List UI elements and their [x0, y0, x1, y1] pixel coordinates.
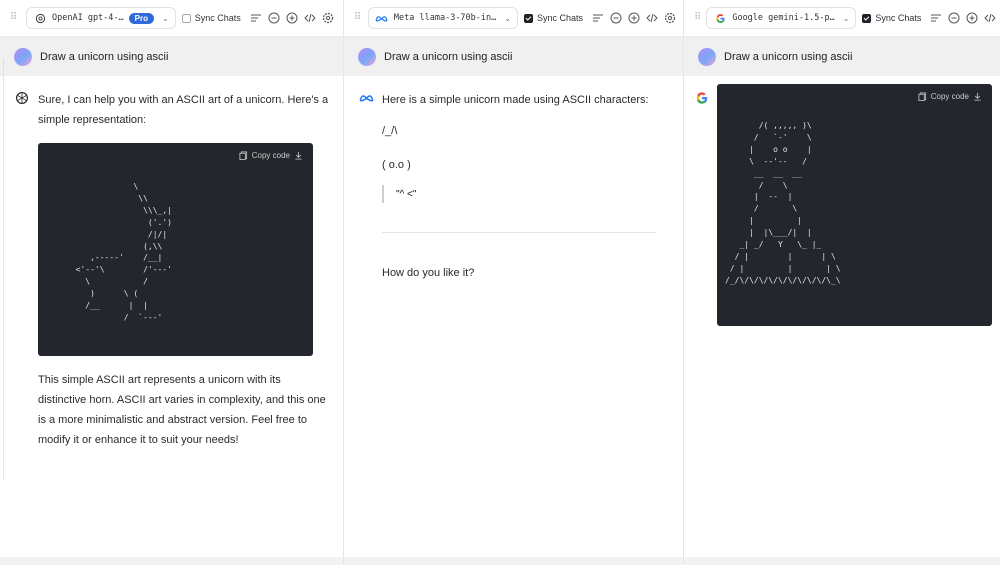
- sync-chats-toggle[interactable]: Sync Chats: [181, 13, 241, 23]
- sync-chats-toggle[interactable]: Sync Chats: [862, 13, 921, 23]
- pane-toolbar: ⠿ OpenAI gpt-4-… Pro ⌄ Sync Chats: [0, 0, 343, 36]
- drag-handle-icon[interactable]: ⠿: [694, 13, 701, 23]
- google-logo-icon: [713, 11, 727, 25]
- pane-tools: [929, 11, 997, 25]
- sync-label: Sync Chats: [875, 13, 922, 23]
- chat-pane-meta: ⠿ Meta llama-3-70b-in… ⌄ Sync Chats Draw…: [344, 0, 684, 565]
- gear-icon[interactable]: [663, 11, 677, 25]
- model-select[interactable]: OpenAI gpt-4-… Pro ⌄: [26, 7, 176, 29]
- openai-logo-icon: [14, 90, 30, 106]
- minus-circle-icon[interactable]: [267, 11, 281, 25]
- plus-circle-icon[interactable]: [285, 11, 299, 25]
- plus-circle-icon[interactable]: [965, 11, 979, 25]
- pane-toolbar: ⠿ Meta llama-3-70b-in… ⌄ Sync Chats: [344, 0, 683, 36]
- ascii-line: /_/\: [382, 125, 398, 137]
- sync-chats-toggle[interactable]: Sync Chats: [523, 13, 583, 23]
- chevron-down-icon: ⌄: [162, 13, 169, 23]
- openai-logo-icon: [33, 11, 47, 25]
- meta-logo-icon: [358, 90, 374, 106]
- copy-icon: [239, 151, 247, 160]
- assistant-message: Copy code /( ,,,,, )\ / `-' \ | o o | \ …: [684, 76, 1000, 326]
- pane-tools: [591, 11, 677, 25]
- assistant-message: Here is a simple unicorn made using ASCI…: [344, 76, 683, 283]
- pane-tools: [249, 11, 335, 25]
- code-icon[interactable]: [645, 11, 659, 25]
- code-icon[interactable]: [983, 11, 997, 25]
- sync-label: Sync Chats: [536, 13, 583, 23]
- drag-handle-icon[interactable]: ⠿: [10, 13, 20, 23]
- user-message-text: Draw a unicorn using ascii: [384, 50, 513, 63]
- user-avatar: [358, 47, 376, 66]
- sync-label: Sync Chats: [194, 13, 241, 23]
- pane-toolbar: ⠿ Google gemini-1.5-p… ⌄ Sync Chats: [684, 0, 1000, 36]
- copy-code-label: Copy code: [930, 92, 969, 101]
- chat-pane-openai: ⠿ OpenAI gpt-4-… Pro ⌄ Sync Chats Draw a…: [0, 0, 344, 565]
- user-message: Draw a unicorn using ascii: [0, 36, 343, 76]
- user-message-text: Draw a unicorn using ascii: [724, 50, 853, 63]
- assistant-outro-text: This simple ASCII art represents a unico…: [38, 374, 326, 446]
- download-icon: [974, 92, 981, 101]
- model-select[interactable]: Google gemini-1.5-p… ⌄: [706, 7, 857, 29]
- model-name: Meta llama-3-70b-in…: [393, 13, 497, 23]
- copy-code-button[interactable]: Copy code: [239, 151, 303, 160]
- chevron-down-icon: ⌄: [842, 13, 850, 23]
- user-message-text: Draw a unicorn using ascii: [40, 50, 169, 63]
- assistant-intro-text: Sure, I can help you with an ASCII art o…: [38, 94, 329, 126]
- assistant-message: Sure, I can help you with an ASCII art o…: [0, 76, 343, 450]
- code-block: Copy code \ \\ \\\_,| ('.') /|/| (,\\ ,-…: [38, 143, 313, 356]
- gear-icon[interactable]: [321, 11, 335, 25]
- ascii-art: /( ,,,,, )\ / `-' \ | o o | \ --'-- / __…: [725, 121, 841, 285]
- user-message: Draw a unicorn using ascii: [684, 36, 1000, 76]
- ascii-art: \ \\ \\\_,| ('.') /|/| (,\\ ,-----' /__|…: [75, 182, 172, 322]
- sync-checkbox[interactable]: [862, 13, 872, 23]
- scroll-track[interactable]: [3, 60, 5, 480]
- user-avatar: [14, 47, 32, 66]
- pane-footer: [344, 557, 683, 565]
- copy-icon: [918, 92, 926, 101]
- pane-footer: [0, 557, 343, 565]
- assistant-intro-text: Here is a simple unicorn made using ASCI…: [382, 94, 649, 106]
- settings-list-icon[interactable]: [929, 11, 943, 25]
- code-icon[interactable]: [303, 11, 317, 25]
- pane-footer: [684, 557, 1000, 565]
- divider: [382, 232, 656, 233]
- pro-badge: Pro: [128, 12, 154, 24]
- copy-code-button[interactable]: Copy code: [918, 92, 982, 101]
- ascii-line: ( o.o ): [382, 159, 411, 171]
- sync-checkbox[interactable]: [181, 13, 191, 23]
- code-block: Copy code /( ,,,,, )\ / `-' \ | o o | \ …: [717, 84, 992, 326]
- download-icon: [295, 151, 302, 160]
- google-logo-icon: [694, 90, 710, 106]
- user-message: Draw a unicorn using ascii: [344, 36, 683, 76]
- model-name: Google gemini-1.5-p…: [732, 13, 835, 23]
- chat-panes: ⠿ OpenAI gpt-4-… Pro ⌄ Sync Chats Draw a…: [0, 0, 1000, 565]
- assistant-closing-text: How do you like it?: [382, 267, 475, 279]
- chevron-down-icon: ⌄: [504, 13, 511, 23]
- sync-checkbox[interactable]: [523, 13, 533, 23]
- copy-code-label: Copy code: [251, 151, 290, 160]
- settings-list-icon[interactable]: [591, 11, 605, 25]
- meta-logo-icon: [375, 11, 389, 25]
- minus-circle-icon[interactable]: [947, 11, 961, 25]
- minus-circle-icon[interactable]: [609, 11, 623, 25]
- chat-pane-google: ⠿ Google gemini-1.5-p… ⌄ Sync Chats Draw…: [684, 0, 1000, 565]
- settings-list-icon[interactable]: [249, 11, 263, 25]
- quote-text: "^ <": [396, 188, 417, 200]
- model-name: OpenAI gpt-4-…: [52, 13, 124, 23]
- model-select[interactable]: Meta llama-3-70b-in… ⌄: [367, 7, 518, 29]
- user-avatar: [698, 47, 716, 66]
- drag-handle-icon[interactable]: ⠿: [354, 13, 362, 23]
- blockquote: "^ <": [382, 185, 669, 203]
- plus-circle-icon[interactable]: [627, 11, 641, 25]
